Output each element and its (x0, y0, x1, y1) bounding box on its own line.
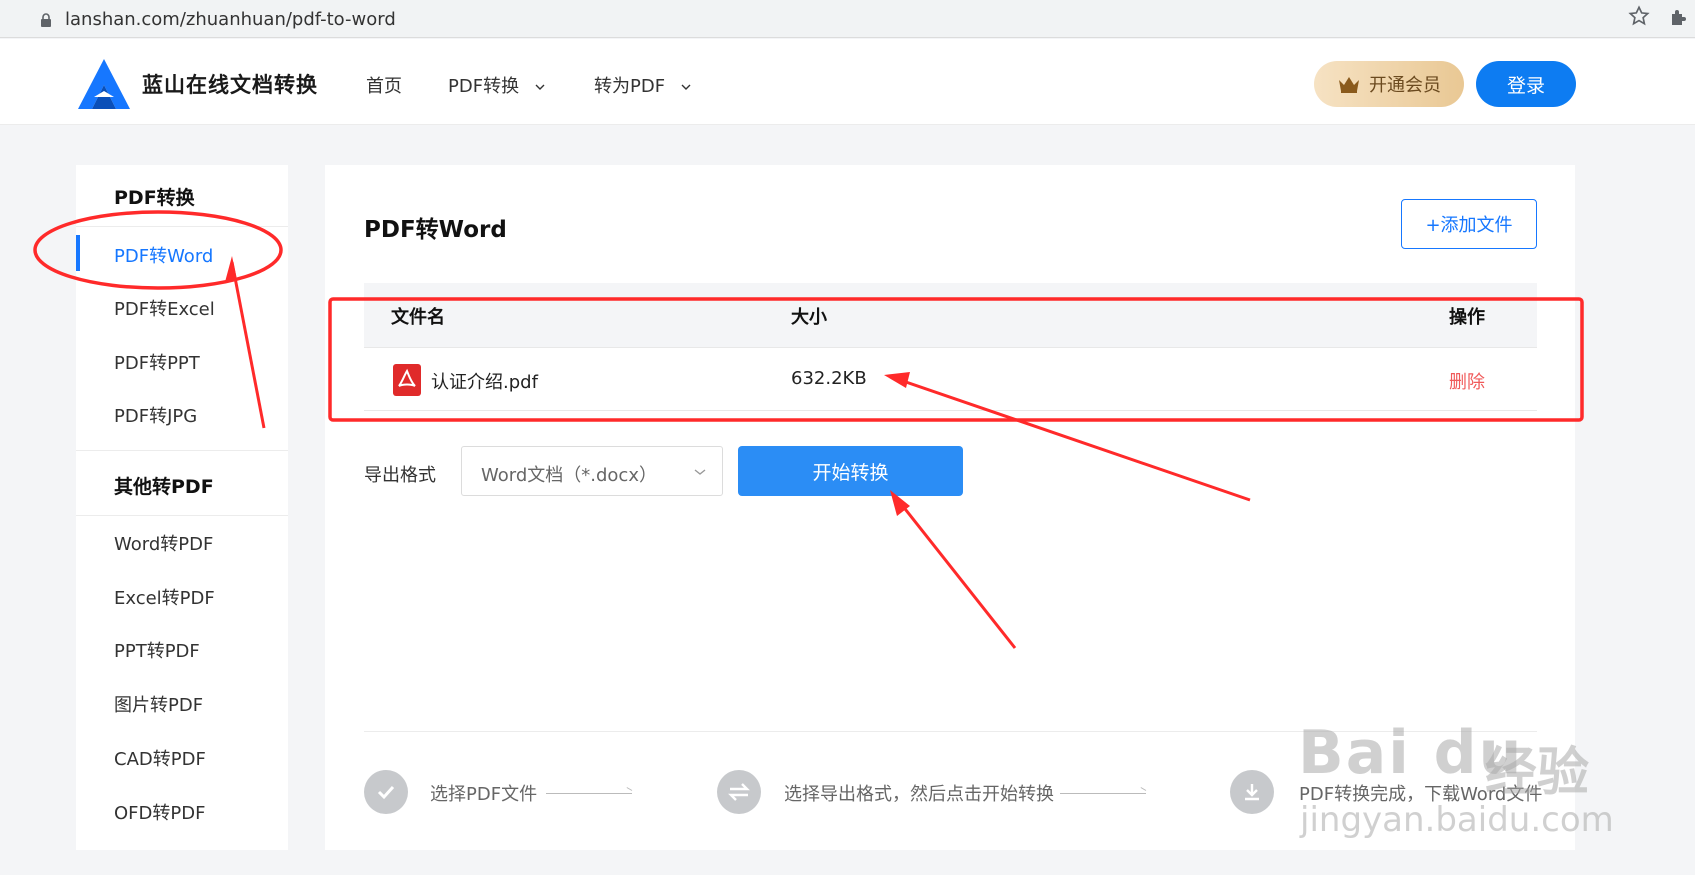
add-file-button[interactable]: +添加文件 (1401, 199, 1537, 249)
step-1-text: 选择PDF文件 (430, 784, 538, 805)
watermark-url: jingyan.baidu.com (1300, 800, 1614, 840)
file-name: 认证介绍.pdf (431, 372, 538, 393)
nav-home[interactable]: 首页 (366, 72, 402, 98)
sidebar-divider (76, 450, 288, 451)
step-arrow (1060, 793, 1146, 794)
nav-to-pdf-label: 转为PDF (594, 76, 666, 97)
bookmark-star-icon[interactable] (1628, 5, 1650, 27)
lock-icon (41, 13, 51, 27)
lanshan-logo-icon[interactable] (76, 57, 132, 111)
delete-file-link[interactable]: 删除 (1449, 368, 1485, 394)
sidebar-divider (76, 515, 288, 516)
file-size: 632.2KB (791, 368, 867, 389)
export-format-label: 导出格式 (364, 465, 436, 486)
extensions-puzzle-icon[interactable] (1668, 8, 1688, 28)
chevron-down-icon (535, 84, 545, 90)
export-format-value: Word文档（*.docx） (481, 465, 657, 486)
column-header-size: 大小 (791, 307, 827, 328)
sidebar-item-cad-to-pdf[interactable]: CAD转PDF (114, 745, 206, 771)
start-convert-button-label: 开始转换 (812, 461, 889, 484)
sidebar-item-pdf-to-excel[interactable]: PDF转Excel (114, 295, 215, 321)
login-button-label: 登录 (1506, 74, 1545, 97)
nav-pdf-convert-label: PDF转换 (448, 76, 520, 97)
chevron-down-icon (681, 84, 691, 90)
page-title: PDF转Word (364, 217, 507, 243)
sidebar-divider (76, 226, 288, 227)
nav-to-pdf[interactable]: 转为PDF (594, 72, 691, 98)
site-header: 蓝山在线文档转换 首页 PDF转换 转为PDF 开通会员 登录 (0, 39, 1695, 125)
login-button[interactable]: 登录 (1476, 61, 1576, 107)
sidebar-item-ofd-to-pdf[interactable]: OFD转PDF (114, 799, 205, 825)
sidebar-item-pdf-to-word[interactable]: PDF转Word (114, 242, 213, 268)
nav-pdf-convert[interactable]: PDF转换 (448, 72, 545, 98)
sidebar-group-title-to-pdf: 其他转PDF (114, 476, 214, 498)
sidebar-item-excel-to-pdf[interactable]: Excel转PDF (114, 584, 215, 610)
sidebar-item-ppt-to-pdf[interactable]: PPT转PDF (114, 637, 200, 663)
vip-button[interactable]: 开通会员 (1314, 61, 1464, 107)
sidebar-active-indicator (76, 235, 80, 271)
step-2-text: 选择导出格式，然后点击开始转换 (784, 784, 1054, 805)
brand-name[interactable]: 蓝山在线文档转换 (142, 69, 318, 99)
column-header-filename: 文件名 (391, 307, 445, 328)
crown-icon (1339, 77, 1359, 93)
url-field[interactable]: lanshan.com/zhuanhuan/pdf-to-word (12, 3, 1667, 35)
sidebar-item-pdf-to-ppt[interactable]: PDF转PPT (114, 349, 200, 375)
start-convert-button[interactable]: 开始转换 (738, 446, 963, 496)
sidebar-item-word-to-pdf[interactable]: Word转PDF (114, 530, 213, 556)
check-icon (364, 770, 408, 814)
sidebar: PDF转换 PDF转Word PDF转Excel PDF转PPT PDF转JPG… (76, 165, 288, 850)
sidebar-group-title-pdf-convert: PDF转换 (114, 187, 195, 209)
sidebar-item-image-to-pdf[interactable]: 图片转PDF (114, 691, 203, 717)
column-header-action: 操作 (1449, 307, 1485, 328)
nav-home-label: 首页 (366, 76, 402, 97)
url-text: lanshan.com/zhuanhuan/pdf-to-word (65, 9, 396, 30)
pdf-file-icon (393, 364, 421, 396)
download-icon (1230, 770, 1274, 814)
file-table-header: 文件名 大小 操作 (364, 283, 1537, 347)
swap-icon (717, 770, 761, 814)
export-format-select[interactable]: Word文档（*.docx） (461, 446, 723, 496)
watermark-jingyan: 经验 (1485, 743, 1590, 803)
browser-address-bar: lanshan.com/zhuanhuan/pdf-to-word (0, 0, 1695, 38)
vip-button-label: 开通会员 (1369, 75, 1441, 96)
chevron-down-icon (694, 469, 706, 475)
sidebar-item-pdf-to-jpg[interactable]: PDF转JPG (114, 402, 197, 428)
add-file-button-label: +添加文件 (1425, 215, 1513, 236)
table-row: 认证介绍.pdf 632.2KB 删除 (364, 347, 1537, 411)
step-arrow (546, 793, 632, 794)
